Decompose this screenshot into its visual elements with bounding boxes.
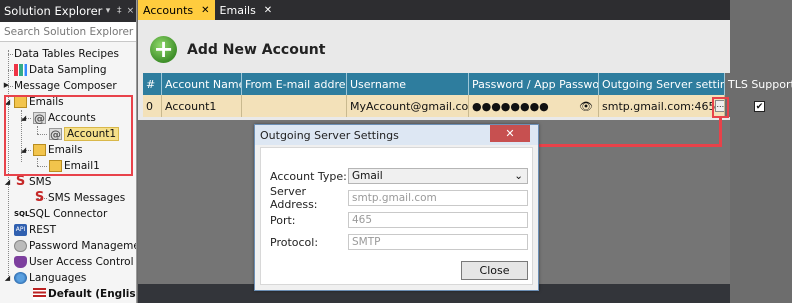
collapse-icon[interactable]: ◢: [3, 274, 12, 283]
chevron-down-icon: ⌄: [514, 170, 523, 182]
server-value: smtp.gmail.com:465: [602, 99, 716, 113]
protocol-row: Protocol: SMTP: [270, 234, 528, 250]
column-header[interactable]: Account Name: [162, 73, 242, 95]
tree-item-user-access[interactable]: User Access Control: [14, 254, 134, 270]
username-cell[interactable]: MyAccount@gmail.com: [347, 95, 469, 117]
column-header[interactable]: Outgoing Server settings: [599, 73, 725, 95]
server-address-field[interactable]: smtp.gmail.com: [348, 190, 528, 206]
tree-item-languages[interactable]: Languages: [14, 270, 86, 286]
dialog-titlebar: Outgoing Server Settings ✕: [255, 125, 538, 145]
account-type-label: Account Type:: [270, 169, 347, 183]
tree-item-data-sampling[interactable]: Data Sampling: [14, 62, 107, 78]
api-icon: API: [14, 224, 27, 236]
port-row: Port: 465: [270, 212, 528, 228]
dialog-body: Account Type: Gmail ⌄ Server Address: sm…: [260, 147, 533, 285]
tab-emails[interactable]: Emails ✕: [215, 0, 278, 20]
close-icon[interactable]: ✕: [490, 125, 530, 142]
solution-explorer: Solution Explorer ▾ ‡ × Search Solution …: [0, 0, 137, 303]
server-address-row: Server Address: smtp.gmail.com: [270, 185, 528, 211]
document-tabs: Accounts ✕ Emails ✕: [138, 0, 792, 20]
plus-icon: +: [150, 36, 177, 63]
tree-item-rest[interactable]: API REST: [14, 222, 56, 238]
tree-item-sms-messages[interactable]: S SMS Messages: [33, 190, 125, 206]
eye-icon[interactable]: 👁: [579, 100, 593, 113]
server-cell[interactable]: smtp.gmail.com:465 ...: [599, 95, 725, 117]
outgoing-server-dialog: Outgoing Server Settings ✕ Account Type:…: [254, 124, 539, 291]
pin-icon[interactable]: ‡: [114, 6, 125, 16]
close-button[interactable]: Close: [461, 261, 528, 280]
flag-icon: [33, 288, 46, 300]
chart-icon: [14, 64, 27, 76]
shield-icon: [14, 256, 27, 268]
add-account-label: Add New Account: [187, 41, 326, 58]
tls-checkbox[interactable]: ✔: [754, 100, 765, 112]
solution-explorer-header: Solution Explorer ▾ ‡ ×: [0, 0, 136, 22]
from-email-cell[interactable]: [242, 95, 347, 117]
sms-icon: S: [34, 190, 45, 205]
account-name-cell[interactable]: Account1: [162, 95, 242, 117]
tab-accounts[interactable]: Accounts ✕: [138, 0, 215, 20]
highlight-box: [712, 97, 729, 118]
right-pane: [730, 0, 792, 303]
password-value: ●●●●●●●●: [472, 99, 549, 113]
dropdown-icon[interactable]: ▾: [102, 6, 113, 16]
add-account-button[interactable]: + Add New Account: [150, 36, 325, 63]
arrow-line: [719, 118, 722, 145]
row-index: 0: [143, 95, 162, 117]
solution-explorer-title: Solution Explorer: [4, 4, 103, 18]
column-header[interactable]: Username: [347, 73, 469, 95]
account-type-select[interactable]: Gmail ⌄: [348, 168, 528, 184]
tree-item-password-manager[interactable]: Password Manageme: [14, 238, 136, 254]
account-type-row: Account Type: Gmail ⌄: [270, 168, 528, 184]
port-label: Port:: [270, 213, 296, 227]
sql-icon: SQL: [14, 210, 30, 218]
close-icon[interactable]: ×: [125, 6, 136, 16]
tree-item-message-composer[interactable]: Message Composer: [14, 78, 117, 94]
server-address-label: Server Address:: [270, 185, 318, 211]
globe-icon: [14, 272, 27, 284]
collapse-icon[interactable]: ◢: [3, 178, 12, 187]
column-header[interactable]: Password / App Password: [469, 73, 599, 95]
port-field[interactable]: 465: [348, 212, 528, 228]
expand-icon[interactable]: ▶: [2, 81, 11, 90]
close-icon[interactable]: ✕: [264, 5, 272, 16]
column-header[interactable]: From E-mail address: [242, 73, 347, 95]
close-icon[interactable]: ✕: [201, 5, 209, 16]
tree-item-default-language[interactable]: Default (English): [33, 286, 136, 302]
protocol-field[interactable]: SMTP: [348, 234, 528, 250]
sms-icon: S: [15, 174, 26, 189]
protocol-label: Protocol:: [270, 235, 319, 249]
column-header[interactable]: TLS Support: [725, 73, 792, 95]
password-icon: [14, 240, 27, 252]
tree-item-sms[interactable]: S SMS: [14, 174, 52, 190]
grid-header: # Account Name From E-mail address Usern…: [143, 73, 792, 95]
column-header[interactable]: #: [143, 73, 162, 95]
tree-item-sql-connector[interactable]: SQL SQL Connector: [14, 206, 107, 222]
table-row[interactable]: 0 Account1 MyAccount@gmail.com ●●●●●●●● …: [143, 95, 792, 117]
highlight-box: [4, 95, 133, 176]
tree-item-data-tables[interactable]: Data Tables Recipes: [14, 46, 119, 62]
tls-cell[interactable]: ✔: [725, 95, 792, 117]
dialog-title: Outgoing Server Settings: [260, 128, 399, 142]
password-cell[interactable]: ●●●●●●●● 👁: [469, 95, 599, 117]
search-input[interactable]: Search Solution Explorer: [0, 22, 136, 42]
